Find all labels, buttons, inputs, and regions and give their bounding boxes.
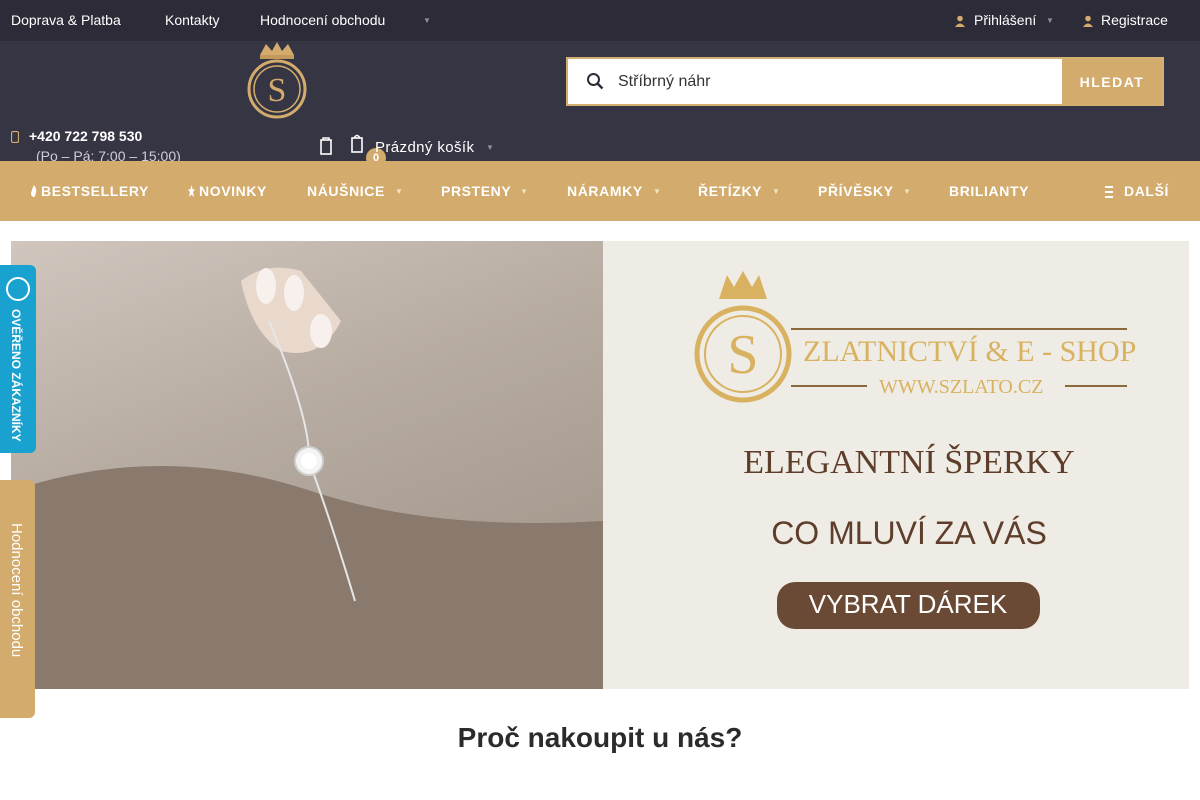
nav-item-diamonds[interactable]: BRILIANTY [949, 183, 1029, 199]
brand-logo[interactable]: S [244, 41, 310, 121]
nav-item-chains[interactable]: ŘETÍZKY [698, 183, 762, 199]
section-title: Proč nakoupit u nás? [457, 722, 743, 753]
review-tab[interactable]: Hodnocení obchodu [0, 480, 35, 718]
chevron-down-icon[interactable]: ▼ [903, 187, 911, 196]
chevron-down-icon[interactable]: ▼ [520, 187, 528, 196]
nav-item-bestsellers[interactable]: BESTSELLERY [41, 183, 149, 199]
brand-panel: S ZLATNICTVÍ & E - SHOP WWW.SZLATO.CZ EL… [603, 241, 1189, 689]
menu-icon[interactable] [1105, 186, 1113, 198]
chevron-down-icon[interactable]: ▼ [423, 16, 431, 25]
verified-customers-tab[interactable]: OVĚŘENO ZÁKAZNÍKY [0, 265, 36, 453]
logo-initial: S [268, 72, 287, 109]
nav-item-more[interactable]: DALŠÍ [1124, 183, 1169, 199]
main-nav: BESTSELLERY NOVINKY NÁUŠNICE ▼ PRSTENY ▼… [0, 161, 1200, 221]
chevron-down-icon[interactable]: ▼ [1046, 16, 1054, 25]
register-icon [1083, 15, 1093, 27]
banner-logo-initial: S [727, 324, 758, 386]
nav-item-earrings[interactable]: NÁUŠNICE [307, 183, 385, 199]
site-header: S HLEDAT +420 722 798 530 (Po – Pá: 7:00… [0, 41, 1200, 168]
search-button[interactable]: HLEDAT [1062, 59, 1162, 104]
topbar-link-shipping[interactable]: Doprava & Platba [11, 12, 121, 28]
cart-label[interactable]: Prázdný košík [375, 139, 474, 156]
register-link[interactable]: Registrace [1101, 12, 1168, 28]
login-link[interactable]: Přihlášení [974, 12, 1036, 28]
phone-icon [11, 131, 19, 143]
banner-brand-name: ZLATNICTVÍ & E - SHOP [803, 335, 1136, 368]
nav-item-pendants[interactable]: PŘÍVĚSKY [818, 183, 894, 199]
star-icon [188, 185, 195, 197]
search-input[interactable] [618, 67, 1048, 97]
verified-badge-icon [6, 277, 30, 301]
verified-label: OVĚŘENO ZÁKAZNÍKY [9, 309, 23, 442]
chevron-down-icon[interactable]: ▼ [395, 187, 403, 196]
phone-number[interactable]: +420 722 798 530 [29, 128, 142, 144]
nav-item-rings[interactable]: PRSTENY [441, 183, 511, 199]
nav-item-new[interactable]: NOVINKY [199, 183, 267, 199]
compare-icon[interactable] [320, 137, 332, 155]
banner-cta-label[interactable]: VYBRAT DÁREK [809, 589, 1008, 619]
nav-item-bracelets[interactable]: NÁRAMKY [567, 183, 643, 199]
fire-icon [31, 185, 37, 197]
crown-icon [719, 271, 767, 299]
banner-subheadline: CO MLUVÍ ZA VÁS [771, 515, 1047, 551]
top-bar: Doprava & Platba Kontakty Hodnocení obch… [0, 0, 1200, 41]
banner-url: WWW.SZLATO.CZ [879, 376, 1043, 398]
banner-headline: ELEGANTNÍ ŠPERKY [743, 443, 1074, 481]
topbar-link-reviews[interactable]: Hodnocení obchodu [260, 12, 385, 28]
review-label: Hodnocení obchodu [8, 523, 25, 658]
topbar-link-contacts[interactable]: Kontakty [165, 12, 219, 28]
cart-icon[interactable] [351, 133, 363, 153]
hero-banner[interactable]: S ZLATNICTVÍ & E - SHOP WWW.SZLATO.CZ EL… [11, 241, 1189, 689]
search-bar: HLEDAT [566, 57, 1164, 106]
bracelet-photo [11, 241, 603, 689]
user-icon [955, 15, 965, 27]
chevron-down-icon[interactable]: ▼ [486, 143, 494, 152]
chevron-down-icon[interactable]: ▼ [772, 187, 780, 196]
search-icon[interactable] [586, 72, 604, 90]
chevron-down-icon[interactable]: ▼ [653, 187, 661, 196]
